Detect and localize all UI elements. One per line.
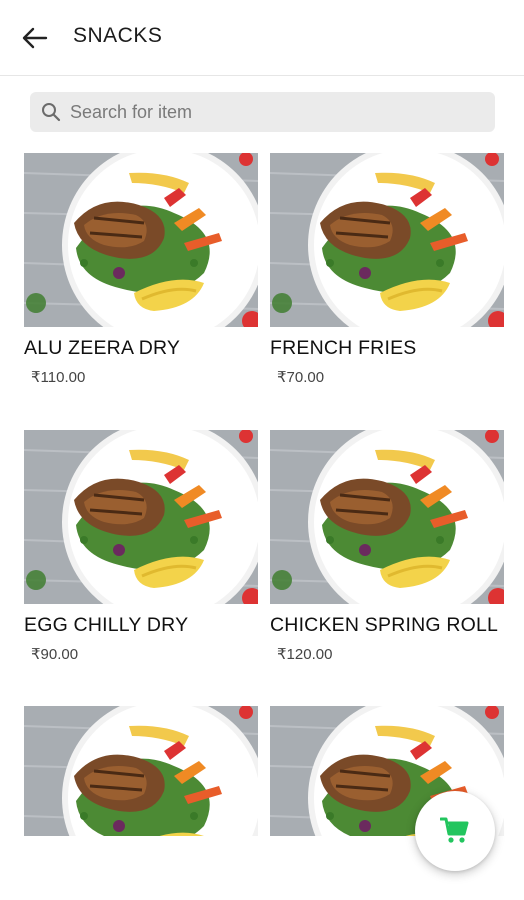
arrow-left-icon — [22, 27, 48, 49]
item-image[interactable] — [270, 153, 504, 327]
item-card[interactable]: ALU ZEERA DRY ₹110.00 — [24, 153, 258, 386]
item-card[interactable] — [24, 706, 258, 836]
item-image[interactable] — [24, 430, 258, 604]
cart-icon — [440, 817, 469, 843]
item-name: EGG CHILLY DRY — [24, 614, 189, 636]
search-icon — [40, 101, 62, 123]
item-card[interactable]: EGG CHILLY DRY ₹90.00 — [24, 430, 258, 663]
item-name: ALU ZEERA DRY — [24, 337, 181, 359]
item-card[interactable]: CHICKEN SPRING ROLL ₹120.00 — [270, 430, 504, 663]
app-bar: SNACKS — [0, 0, 524, 76]
item-name: CHICKEN SPRING ROLL — [270, 614, 499, 636]
item-image[interactable] — [270, 430, 504, 604]
cart-button[interactable] — [415, 791, 495, 871]
search-bar[interactable] — [30, 92, 495, 132]
item-card[interactable]: FRENCH FRIES ₹70.00 — [270, 153, 504, 386]
item-image[interactable] — [24, 153, 258, 327]
item-price: ₹70.00 — [277, 369, 325, 386]
item-price: ₹90.00 — [31, 646, 79, 663]
item-image[interactable] — [24, 706, 258, 836]
page-title: SNACKS — [73, 24, 163, 47]
item-price: ₹110.00 — [31, 369, 86, 386]
search-input[interactable] — [70, 101, 470, 123]
back-button[interactable] — [18, 22, 52, 54]
item-price: ₹120.00 — [277, 646, 333, 663]
item-name: FRENCH FRIES — [270, 337, 417, 359]
